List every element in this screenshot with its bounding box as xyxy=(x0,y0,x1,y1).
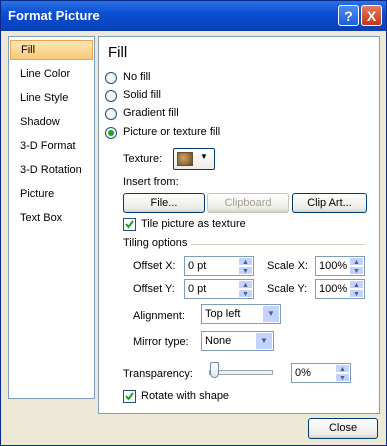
texture-label: Texture: xyxy=(123,153,163,165)
spin-up-icon[interactable]: ▲ xyxy=(335,364,350,373)
mirror-type-dropdown[interactable]: None ▼ xyxy=(201,331,274,351)
radio-gradient-fill-label: Gradient fill xyxy=(123,107,179,119)
nav-item-3d-rotation[interactable]: 3-D Rotation xyxy=(10,160,93,180)
mirror-type-value: None xyxy=(205,335,232,347)
category-list: Fill Line Color Line Style Shadow 3-D Fo… xyxy=(8,36,95,399)
nav-item-line-color[interactable]: Line Color xyxy=(10,64,93,84)
spin-up-icon[interactable]: ▲ xyxy=(349,257,364,266)
offset-y-label: Offset Y: xyxy=(133,283,175,295)
spin-down-icon[interactable]: ▼ xyxy=(238,266,253,275)
tiling-options-label: Tiling options xyxy=(123,237,188,249)
spin-down-icon[interactable]: ▼ xyxy=(349,266,364,275)
transparency-spinner[interactable]: 0% ▲ ▼ xyxy=(291,363,351,383)
spin-down-icon[interactable]: ▼ xyxy=(335,373,350,382)
radio-solid-fill-label: Solid fill xyxy=(123,89,161,101)
offset-x-spinner[interactable]: 0 pt ▲ ▼ xyxy=(184,256,254,276)
offset-x-value: 0 pt xyxy=(188,260,207,272)
help-icon[interactable]: ? xyxy=(338,5,359,26)
radio-solid-fill[interactable] xyxy=(105,90,117,102)
alignment-dropdown[interactable]: Top left ▼ xyxy=(201,304,281,324)
clipboard-button[interactable]: Clipboard xyxy=(207,193,289,213)
spin-down-icon[interactable]: ▼ xyxy=(238,289,253,298)
scale-y-value: 100% xyxy=(319,283,348,295)
close-icon[interactable]: X xyxy=(361,5,382,26)
texture-dropdown[interactable]: ▼ xyxy=(173,148,215,170)
insert-from-label: Insert from: xyxy=(123,176,179,188)
nav-item-picture[interactable]: Picture xyxy=(10,184,93,204)
window-title: Format Picture xyxy=(8,8,100,23)
scale-x-label: Scale X: xyxy=(267,260,308,272)
spin-down-icon[interactable]: ▼ xyxy=(349,289,364,298)
chevron-down-icon: ▼ xyxy=(200,152,208,161)
format-picture-dialog: Format Picture ? X Fill Line Color Line … xyxy=(0,0,387,446)
spin-up-icon[interactable]: ▲ xyxy=(238,280,253,289)
texture-swatch-icon xyxy=(177,152,193,166)
transparency-label: Transparency: xyxy=(123,368,193,380)
tile-checkbox[interactable] xyxy=(123,218,136,231)
tile-checkbox-label: Tile picture as texture xyxy=(141,218,246,230)
rotate-with-shape-checkbox[interactable] xyxy=(123,390,136,403)
alignment-label: Alignment: xyxy=(133,310,185,322)
close-button[interactable]: Close xyxy=(308,418,378,439)
scale-x-value: 100% xyxy=(319,260,348,272)
radio-picture-texture-fill[interactable] xyxy=(105,127,117,139)
nav-item-fill[interactable]: Fill xyxy=(10,40,93,60)
nav-item-3d-format[interactable]: 3-D Format xyxy=(10,136,93,156)
nav-item-text-box[interactable]: Text Box xyxy=(10,208,93,228)
clip-art-button[interactable]: Clip Art... xyxy=(292,193,367,213)
title-bar[interactable]: Format Picture ? X xyxy=(1,1,386,31)
tiling-options-divider xyxy=(191,244,365,245)
chevron-down-icon: ▼ xyxy=(256,333,272,349)
scale-x-spinner[interactable]: 100% ▲ ▼ xyxy=(315,256,365,276)
radio-no-fill[interactable] xyxy=(105,72,117,84)
radio-gradient-fill[interactable] xyxy=(105,108,117,120)
radio-picture-texture-fill-label: Picture or texture fill xyxy=(123,126,221,138)
spin-up-icon[interactable]: ▲ xyxy=(349,280,364,289)
transparency-slider-thumb[interactable] xyxy=(210,362,219,378)
panel-heading: Fill xyxy=(108,44,128,61)
file-button[interactable]: File... xyxy=(123,193,205,213)
fill-panel: Fill No fill Solid fill Gradient fill Pi… xyxy=(98,36,380,414)
offset-y-value: 0 pt xyxy=(188,283,207,295)
transparency-value: 0% xyxy=(295,367,311,379)
offset-x-label: Offset X: xyxy=(133,260,176,272)
nav-item-line-style[interactable]: Line Style xyxy=(10,88,93,108)
spin-up-icon[interactable]: ▲ xyxy=(238,257,253,266)
scale-y-label: Scale Y: xyxy=(267,283,308,295)
scale-y-spinner[interactable]: 100% ▲ ▼ xyxy=(315,279,365,299)
radio-no-fill-label: No fill xyxy=(123,71,151,83)
offset-y-spinner[interactable]: 0 pt ▲ ▼ xyxy=(184,279,254,299)
mirror-type-label: Mirror type: xyxy=(133,336,189,348)
alignment-value: Top left xyxy=(205,308,241,320)
nav-item-shadow[interactable]: Shadow xyxy=(10,112,93,132)
rotate-with-shape-label: Rotate with shape xyxy=(141,390,230,402)
checkmark-icon xyxy=(125,392,134,401)
chevron-down-icon: ▼ xyxy=(263,306,279,322)
checkmark-icon xyxy=(125,220,134,229)
